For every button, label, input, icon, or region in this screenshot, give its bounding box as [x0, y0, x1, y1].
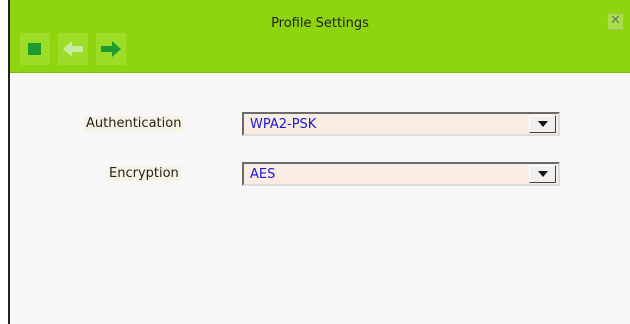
forward-button[interactable] [96, 33, 126, 65]
authentication-dropdown-button[interactable] [529, 115, 556, 133]
close-button[interactable]: ✕ [607, 13, 624, 30]
back-button[interactable] [58, 33, 88, 65]
stop-square-icon [28, 43, 41, 55]
forward-arrow-icon [101, 41, 121, 57]
encryption-dropdown-button[interactable] [529, 165, 556, 183]
window-title: Profile Settings [271, 16, 369, 31]
encryption-value: AES [250, 167, 276, 182]
authentication-label: Authentication [84, 116, 184, 131]
stop-button[interactable] [20, 33, 50, 65]
encryption-select[interactable]: AES [242, 162, 560, 186]
title-bar: Profile Settings ✕ [10, 0, 630, 73]
profile-settings-window: Profile Settings ✕ Authentication WPA2-P… [8, 0, 630, 324]
authentication-select[interactable]: WPA2-PSK [242, 112, 560, 136]
chevron-down-icon [538, 121, 548, 127]
authentication-value: WPA2-PSK [250, 117, 317, 132]
back-arrow-icon [63, 41, 83, 57]
encryption-label: Encryption [107, 166, 181, 181]
chevron-down-icon [538, 171, 548, 177]
